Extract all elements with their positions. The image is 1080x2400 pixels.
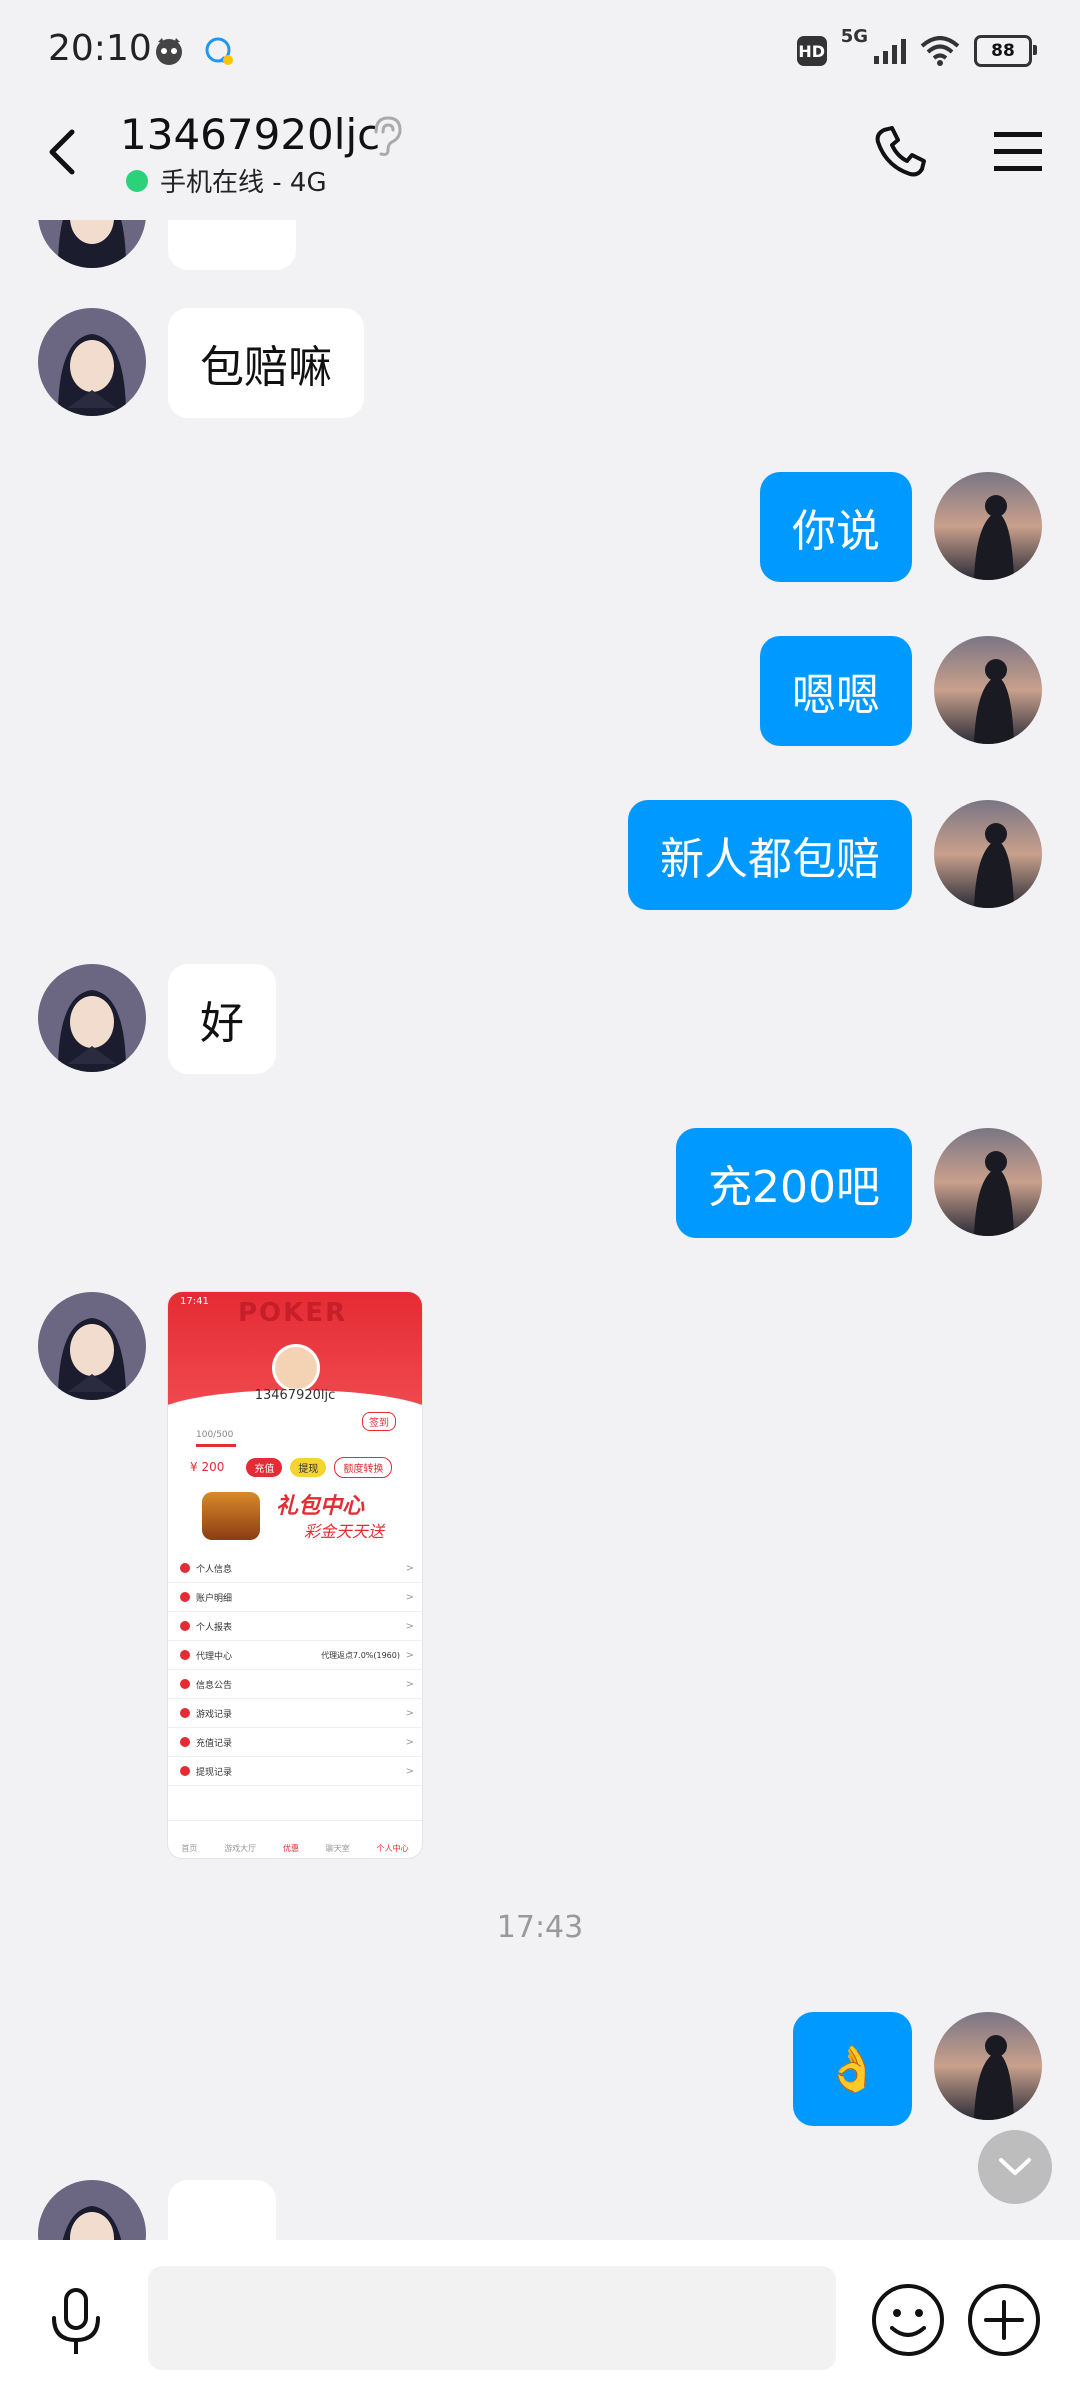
message-bubble[interactable]: 嗯嗯 xyxy=(760,636,912,746)
thumb-banner-title: 礼包中心 xyxy=(276,1494,365,1519)
phone-call-button[interactable] xyxy=(870,122,930,182)
contact-avatar[interactable] xyxy=(38,964,146,1072)
thumb-menu-item: 个人报表 > xyxy=(168,1612,422,1641)
message-bubble[interactable]: 充200吧 xyxy=(676,1128,912,1238)
chat-app-icon xyxy=(205,37,233,65)
chevron-down-icon xyxy=(999,2158,1031,2175)
ear-icon[interactable] xyxy=(368,114,404,158)
back-button[interactable] xyxy=(32,122,92,182)
thumb-menu-item: 游戏记录 > xyxy=(168,1699,422,1728)
contact-avatar[interactable] xyxy=(38,2180,146,2240)
thumb-brand: POKER xyxy=(238,1298,348,1328)
thumb-time: 17:41 xyxy=(180,1296,209,1307)
message-bubble[interactable] xyxy=(168,220,296,270)
message-bubble[interactable]: 困 xyxy=(168,2180,276,2240)
thumb-menu-item: 代理中心 代理返点7.0%(1960) > xyxy=(168,1641,422,1670)
online-status: 手机在线 - 4G xyxy=(126,162,327,199)
online-status-text: 手机在线 - 4G xyxy=(160,168,327,198)
message-bubble[interactable]: 包赔嘛 xyxy=(168,308,364,418)
contact-avatar[interactable] xyxy=(38,1292,146,1400)
hd-badge: HD xyxy=(796,36,827,66)
thumb-menu-item: 充值记录 > xyxy=(168,1728,422,1757)
battery-icon: 88 xyxy=(974,35,1037,67)
message-input[interactable] xyxy=(148,2266,836,2370)
self-avatar[interactable] xyxy=(934,2012,1042,2120)
self-avatar[interactable] xyxy=(934,636,1042,744)
self-avatar[interactable] xyxy=(934,800,1042,908)
thumb-banner: 礼包中心 彩金天天送 xyxy=(184,1484,408,1550)
network-label: 5G xyxy=(840,26,868,47)
voice-button[interactable] xyxy=(40,2286,112,2358)
thumb-menu: 个人信息 > 账户明细 > 个人报表 > 代理中心 代理返点7.0%(1960) > 信息… xyxy=(168,1554,422,1786)
status-time: 20:10 xyxy=(48,28,152,69)
cat-app-icon xyxy=(156,38,182,65)
contact-name[interactable]: 13467920ljc xyxy=(120,110,380,159)
message-bubble[interactable]: 好 xyxy=(168,964,276,1074)
treasure-chest-icon xyxy=(202,1492,260,1540)
wifi-icon xyxy=(920,36,960,66)
thumb-sign-button: 签到 xyxy=(362,1412,396,1431)
contact-avatar[interactable] xyxy=(38,308,146,416)
self-avatar[interactable] xyxy=(934,1128,1042,1236)
more-options-button[interactable] xyxy=(964,2280,1044,2360)
image-message[interactable]: 17:41 POKER 13467920ljc 100/500 签到 ¥ 200… xyxy=(168,1292,422,1858)
thumb-progress: 100/500 xyxy=(196,1430,234,1440)
self-avatar[interactable] xyxy=(934,472,1042,580)
message-bubble[interactable]: 👌 xyxy=(793,2012,912,2126)
signal-icon xyxy=(874,38,906,64)
online-dot-icon xyxy=(126,169,148,192)
message-bubble[interactable]: 你说 xyxy=(760,472,912,582)
thumb-withdraw: 提现 xyxy=(290,1457,327,1477)
scroll-down-button[interactable] xyxy=(978,2130,1052,2204)
thumb-banner-subtitle: 彩金天天送 xyxy=(304,1522,385,1541)
status-right: HD 5G 88 xyxy=(796,26,1037,74)
contact-avatar[interactable] xyxy=(38,220,146,268)
message-bubble[interactable]: 新人都包赔 xyxy=(628,800,912,910)
thumb-bottom-nav: 首页 游戏大厅 优惠 聊天室 个人中心 xyxy=(168,1820,422,1858)
thumb-menu-item: 账户明细 > xyxy=(168,1583,422,1612)
thumb-progress-bar xyxy=(196,1444,236,1447)
thumb-menu-item: 信息公告 > xyxy=(168,1670,422,1699)
thumb-menu-item: 提现记录 > xyxy=(168,1757,422,1786)
thumb-recharge: 充值 xyxy=(246,1457,283,1477)
emoji-button[interactable] xyxy=(868,2280,948,2360)
message-timestamp: 17:43 xyxy=(496,1910,584,1945)
chat-header: 13467920ljc 手机在线 - 4G xyxy=(0,100,1080,220)
thumb-username: 13467920ljc xyxy=(254,1388,336,1403)
status-bar: 20:10 HD 5G 88 xyxy=(0,0,1080,100)
menu-button[interactable] xyxy=(992,126,1044,178)
thumb-avatar xyxy=(272,1344,320,1392)
thumb-menu-item: 个人信息 > xyxy=(168,1554,422,1583)
chat-area[interactable]: 包赔嘛 你说 嗯嗯 新人都包赔 好 充200吧 17:41 POKER 1346… xyxy=(0,220,1080,2240)
input-bar xyxy=(0,2240,1080,2400)
thumb-exchange: 额度转换 xyxy=(334,1456,393,1478)
thumb-balance: ¥ 200 xyxy=(190,1460,225,1474)
thumb-balance-row: ¥ 200 充值 提现 额度转换 xyxy=(168,1452,422,1482)
